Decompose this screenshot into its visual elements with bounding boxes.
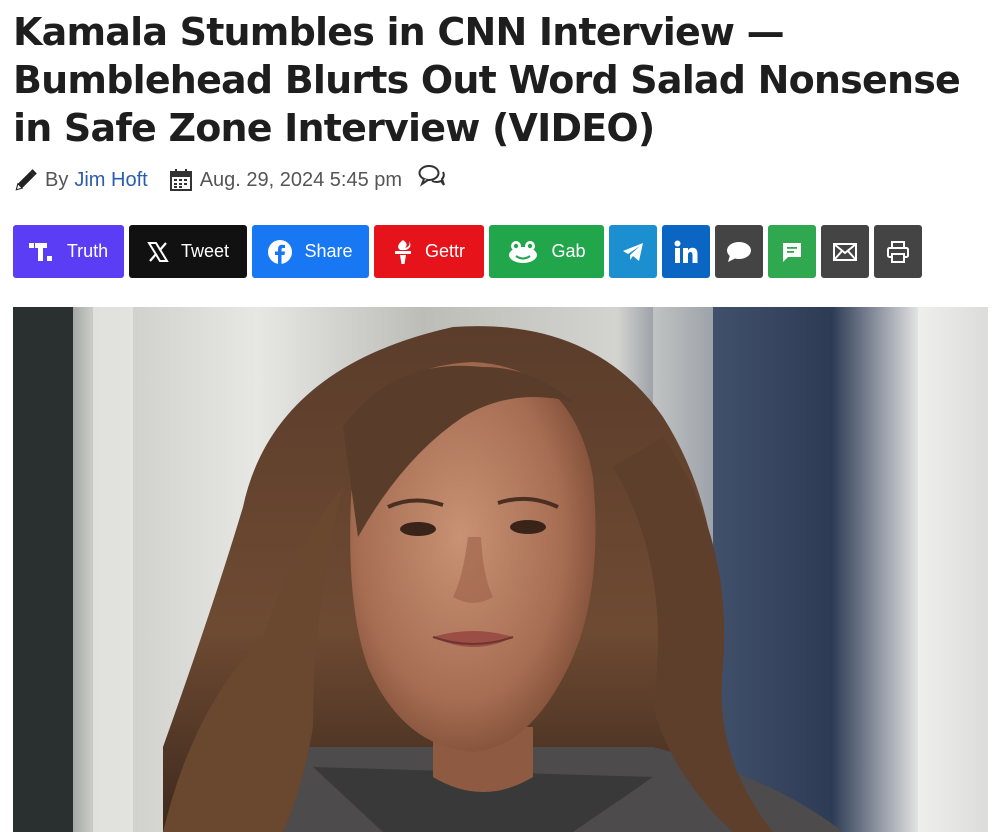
gab-icon [507,240,539,264]
email-icon [833,242,857,261]
gab-share-button[interactable]: Gab [489,225,604,278]
gettr-share-button[interactable]: Gettr [374,225,484,278]
tweet-share-button[interactable]: Tweet [129,225,247,278]
telegram-icon [622,242,644,262]
telegram-share-button[interactable] [609,225,657,278]
publish-date: Aug. 29, 2024 5:45 pm [199,168,403,191]
print-button[interactable] [874,225,922,278]
truth-share-label: Truth [66,241,109,261]
truth-social-icon [28,240,55,264]
print-icon [887,240,909,263]
tweet-share-label: Tweet [180,241,230,261]
linkedin-icon [674,240,698,264]
facebook-share-button[interactable]: Share [252,225,369,278]
facebook-icon [268,239,293,264]
calendar-icon [169,169,192,191]
pencil-icon [15,169,37,191]
sms-icon [781,241,803,263]
linkedin-share-button[interactable] [662,225,710,278]
article-headline: Kamala Stumbles in CNN Interview — Bumbl… [13,10,961,150]
comment-share-button[interactable] [715,225,763,278]
gab-share-label: Gab [551,241,586,261]
comments-icon[interactable] [418,164,446,188]
sms-share-button[interactable] [768,225,816,278]
share-bar: Truth Tweet Share Gettr Gab [13,225,922,278]
gettr-share-label: Gettr [424,241,465,261]
byline-by-label: By [45,168,69,191]
x-icon [147,241,169,263]
comment-icon [726,241,752,263]
author-link[interactable]: Jim Hoft [74,169,147,192]
gettr-icon [393,238,413,266]
hero-image [13,307,988,832]
email-share-button[interactable] [821,225,869,278]
truth-social-share-button[interactable]: Truth [13,225,124,278]
interview-photo [13,307,988,832]
byline: By Jim Hoft Aug. 29, 2024 5:45 pm [13,162,446,198]
facebook-share-label: Share [304,241,353,261]
